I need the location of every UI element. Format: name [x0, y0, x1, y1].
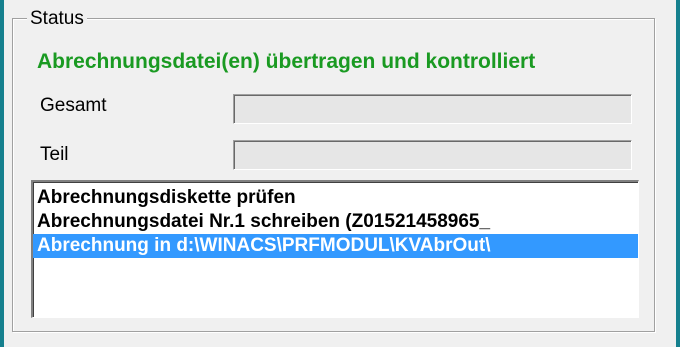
window-edge-right — [676, 0, 680, 347]
total-progress-label: Gesamt — [40, 95, 107, 116]
status-group-title: Status — [27, 8, 87, 30]
status-message: Abrechnungsdatei(en) übertragen und kont… — [37, 50, 536, 73]
total-progress-bar — [233, 94, 632, 124]
list-item[interactable]: Abrechnungsdatei Nr.1 schreiben (Z015214… — [33, 210, 638, 234]
window-edge-left — [0, 0, 4, 347]
status-log-list[interactable]: Abrechnungsdiskette prüfen Abrechnungsda… — [31, 180, 639, 318]
part-progress-bar — [233, 140, 632, 170]
list-item[interactable]: Abrechnungsdiskette prüfen — [33, 186, 638, 210]
part-progress-label: Teil — [40, 144, 69, 165]
list-item-selected[interactable]: Abrechnung in d:\WINACS\PRFMODUL\KVAbrOu… — [33, 234, 638, 258]
